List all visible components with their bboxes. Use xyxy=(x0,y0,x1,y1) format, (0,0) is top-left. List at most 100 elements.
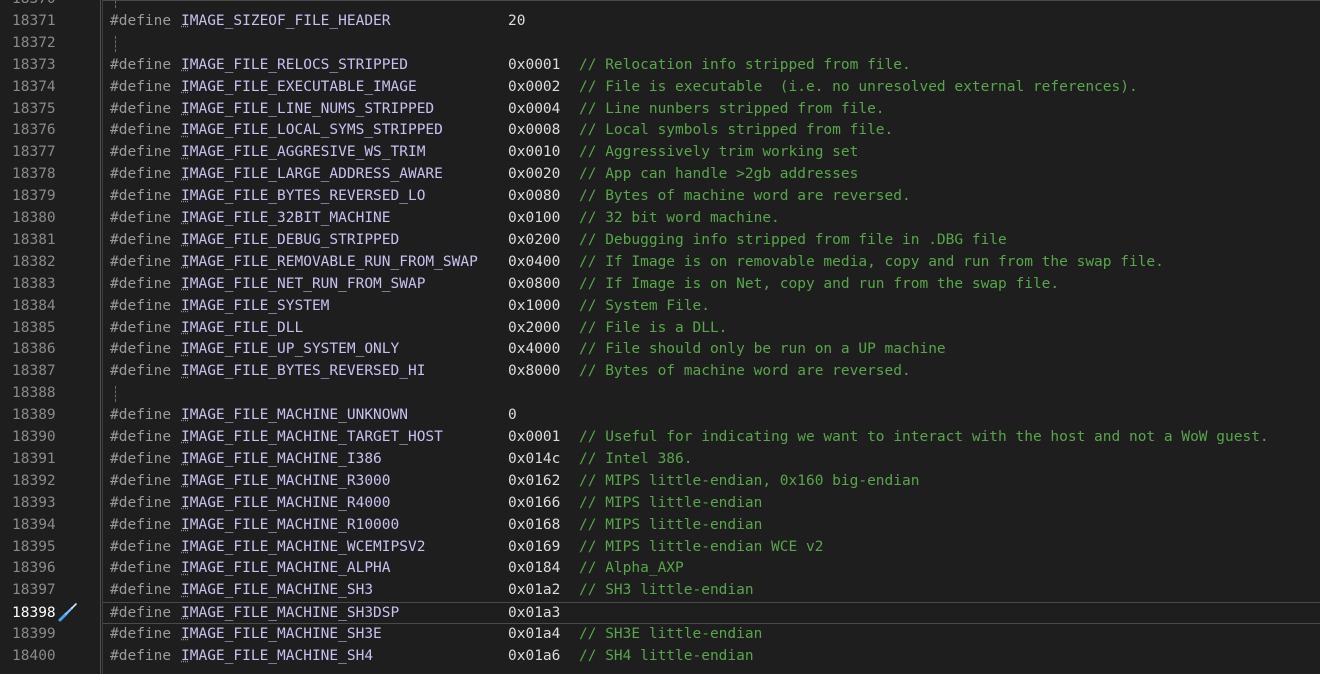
code-line[interactable]: 18383 #define IMAGE_FILE_NET_RUN_FROM_SWAP… xyxy=(0,274,1320,296)
code-line[interactable]: 18389 #define IMAGE_FILE_MACHINE_UNKNOWN 0 xyxy=(0,405,1320,427)
code-line[interactable]: 18372 xyxy=(0,33,1320,55)
line-number: 18371 xyxy=(12,12,56,29)
macro-value: 0x0400 xyxy=(508,253,561,270)
code-comment: // Bytes of machine word are reversed. xyxy=(579,363,911,380)
macro-value: 0x01a2 xyxy=(508,582,561,599)
line-number: 18379 xyxy=(12,188,56,205)
macro-value: 0x0020 xyxy=(508,166,561,183)
code-line[interactable]: 18393 #define IMAGE_FILE_MACHINE_R4000 0x01… xyxy=(0,493,1320,515)
macro-value: 20 xyxy=(508,12,526,29)
code-comment: // Alpha_AXP xyxy=(579,560,684,577)
code-line[interactable]: 18394 #define IMAGE_FILE_MACHINE_R10000 0x0… xyxy=(0,515,1320,537)
code-comment: // MIPS little-endian, 0x160 big-endian xyxy=(579,472,920,489)
code-line[interactable]: 18379 #define IMAGE_FILE_BYTES_REVERSED_LO… xyxy=(0,186,1320,208)
line-number: 18376 xyxy=(12,122,56,139)
screwdriver-icon[interactable] xyxy=(57,603,79,623)
line-number: 18393 xyxy=(12,494,56,511)
macro-name: IMAGE_FILE_UP_SYSTEM_ONLY xyxy=(181,341,400,358)
line-number: 18396 xyxy=(12,560,56,577)
code-comment: // MIPS little-endian xyxy=(579,516,763,533)
code-line[interactable]: 18400 #define IMAGE_FILE_MACHINE_SH4 0x01a6… xyxy=(0,646,1320,668)
macro-name: IMAGE_FILE_MACHINE_UNKNOWN xyxy=(181,407,408,424)
indent-guide xyxy=(115,386,116,403)
line-number: 18383 xyxy=(12,275,56,292)
macro-name: IMAGE_SIZEOF_FILE_HEADER xyxy=(181,12,391,29)
code-comment: // If Image is on removable media, copy … xyxy=(579,253,1164,270)
code-line[interactable]: 18392 #define IMAGE_FILE_MACHINE_R3000 0x01… xyxy=(0,471,1320,493)
code-line[interactable]: 18373 #define IMAGE_FILE_RELOCS_STRIPPED 0x… xyxy=(0,55,1320,77)
line-number: 18395 xyxy=(12,538,56,555)
define-keyword: #define xyxy=(110,494,172,511)
define-keyword: #define xyxy=(110,144,172,161)
code-line[interactable]: 18399 #define IMAGE_FILE_MACHINE_SH3E 0x01a… xyxy=(0,624,1320,646)
macro-value: 0x0100 xyxy=(508,210,561,226)
macro-name: IMAGE_FILE_RELOCS_STRIPPED xyxy=(181,56,408,73)
define-keyword: #define xyxy=(110,560,172,577)
code-line[interactable]: 18381 #define IMAGE_FILE_DEBUG_STRIPPED 0x0… xyxy=(0,230,1320,252)
code-line[interactable]: 18377 #define IMAGE_FILE_AGGRESIVE_WS_TRIM… xyxy=(0,142,1320,164)
code-line[interactable]: 18371 #define IMAGE_SIZEOF_FILE_HEADER 20 xyxy=(0,11,1320,33)
macro-value: 0x0166 xyxy=(508,494,561,511)
define-keyword: #define xyxy=(110,231,172,248)
macro-value: 0x0002 xyxy=(508,78,561,95)
define-keyword: #define xyxy=(110,297,172,314)
macro-name: IMAGE_FILE_DEBUG_STRIPPED xyxy=(181,231,400,248)
macro-value: 0x0008 xyxy=(508,122,561,139)
define-keyword: #define xyxy=(110,319,172,336)
macro-name: IMAGE_FILE_DLL xyxy=(181,319,304,336)
code-comment: // SH3 little-endian xyxy=(579,582,754,599)
line-number: 18385 xyxy=(12,319,56,336)
macro-name: IMAGE_FILE_EXECUTABLE_IMAGE xyxy=(181,78,417,95)
code-line[interactable]: 18398 #define IMAGE_FILE_MACHINE_SH3DSP 0x0… xyxy=(12,602,1320,625)
code-line[interactable]: 18382 #define IMAGE_FILE_REMOVABLE_RUN_FRO… xyxy=(0,252,1320,274)
indent-guide xyxy=(115,0,116,8)
code-line[interactable]: 18388 xyxy=(0,383,1320,405)
macro-value: 0 xyxy=(508,407,517,424)
line-number: 18377 xyxy=(12,144,56,161)
line-number: 18387 xyxy=(12,363,56,380)
code-line[interactable]: 18391 #define IMAGE_FILE_MACHINE_I386 0x014… xyxy=(0,449,1320,471)
code-line[interactable]: 18386 #define IMAGE_FILE_UP_SYSTEM_ONLY 0x4… xyxy=(0,339,1320,361)
line-number: 18386 xyxy=(12,341,56,358)
code-line[interactable]: 18374 #define IMAGE_FILE_EXECUTABLE_IMAGE 0… xyxy=(0,77,1320,99)
define-keyword: #define xyxy=(110,166,172,183)
code-comment: // File is a DLL. xyxy=(579,319,728,336)
code-line[interactable]: 18390 #define IMAGE_FILE_MACHINE_TARGET_HO… xyxy=(0,427,1320,449)
code-line[interactable]: 18370 xyxy=(0,0,1320,11)
line-number: 18390 xyxy=(12,429,56,445)
code-editor[interactable]: 1837018371 #define IMAGE_SIZEOF_FILE_HEADE… xyxy=(0,0,1320,674)
code-line[interactable]: 18378 #define IMAGE_FILE_LARGE_ADDRESS_AWA… xyxy=(0,164,1320,186)
macro-value: 0x0001 xyxy=(508,56,561,73)
macro-name: IMAGE_FILE_BYTES_REVERSED_HI xyxy=(181,363,426,380)
define-keyword: #define xyxy=(110,516,172,533)
macro-value: 0x0200 xyxy=(508,231,561,248)
code-comment: // Useful for indicating we want to inte… xyxy=(579,429,1269,445)
code-comment: // Local symbols stripped from file. xyxy=(579,122,894,139)
line-number: 18375 xyxy=(12,100,56,117)
macro-name: IMAGE_FILE_MACHINE_SH3E xyxy=(181,626,382,643)
define-keyword: #define xyxy=(110,100,172,117)
code-line[interactable]: 18385 #define IMAGE_FILE_DLL 0x2000 // File … xyxy=(0,318,1320,340)
define-keyword: #define xyxy=(110,12,172,29)
code-line[interactable]: 18380 #define IMAGE_FILE_32BIT_MACHINE 0x01… xyxy=(0,208,1320,230)
code-line[interactable]: 18384 #define IMAGE_FILE_SYSTEM 0x1000 // Sy… xyxy=(0,296,1320,318)
define-keyword: #define xyxy=(110,275,172,292)
code-line[interactable]: 18395 #define IMAGE_FILE_MACHINE_WCEMIPSV2… xyxy=(0,537,1320,559)
define-keyword: #define xyxy=(110,626,172,643)
define-keyword: #define xyxy=(110,341,172,358)
define-keyword: #define xyxy=(110,582,172,599)
macro-name: IMAGE_FILE_AGGRESIVE_WS_TRIM xyxy=(181,144,426,161)
line-number: 18399 xyxy=(12,626,56,643)
line-number: 18400 xyxy=(12,648,56,664)
define-keyword: #define xyxy=(110,538,172,555)
macro-value: 0x01a3 xyxy=(508,605,561,622)
code-line[interactable]: 18376 #define IMAGE_FILE_LOCAL_SYMS_STRIPP… xyxy=(0,120,1320,142)
code-comment: // Line nunbers stripped from file. xyxy=(579,100,885,117)
line-number: 18392 xyxy=(12,472,56,489)
code-line[interactable]: 18397 #define IMAGE_FILE_MACHINE_SH3 0x01a2… xyxy=(0,580,1320,602)
code-line[interactable]: 18387 #define IMAGE_FILE_BYTES_REVERSED_HI… xyxy=(0,361,1320,383)
code-line[interactable]: 18396 #define IMAGE_FILE_MACHINE_ALPHA 0x01… xyxy=(0,558,1320,580)
code-comment: // App can handle >2gb addresses xyxy=(579,166,859,183)
define-keyword: #define xyxy=(110,648,172,664)
code-line[interactable]: 18375 #define IMAGE_FILE_LINE_NUMS_STRIPPE… xyxy=(0,99,1320,121)
